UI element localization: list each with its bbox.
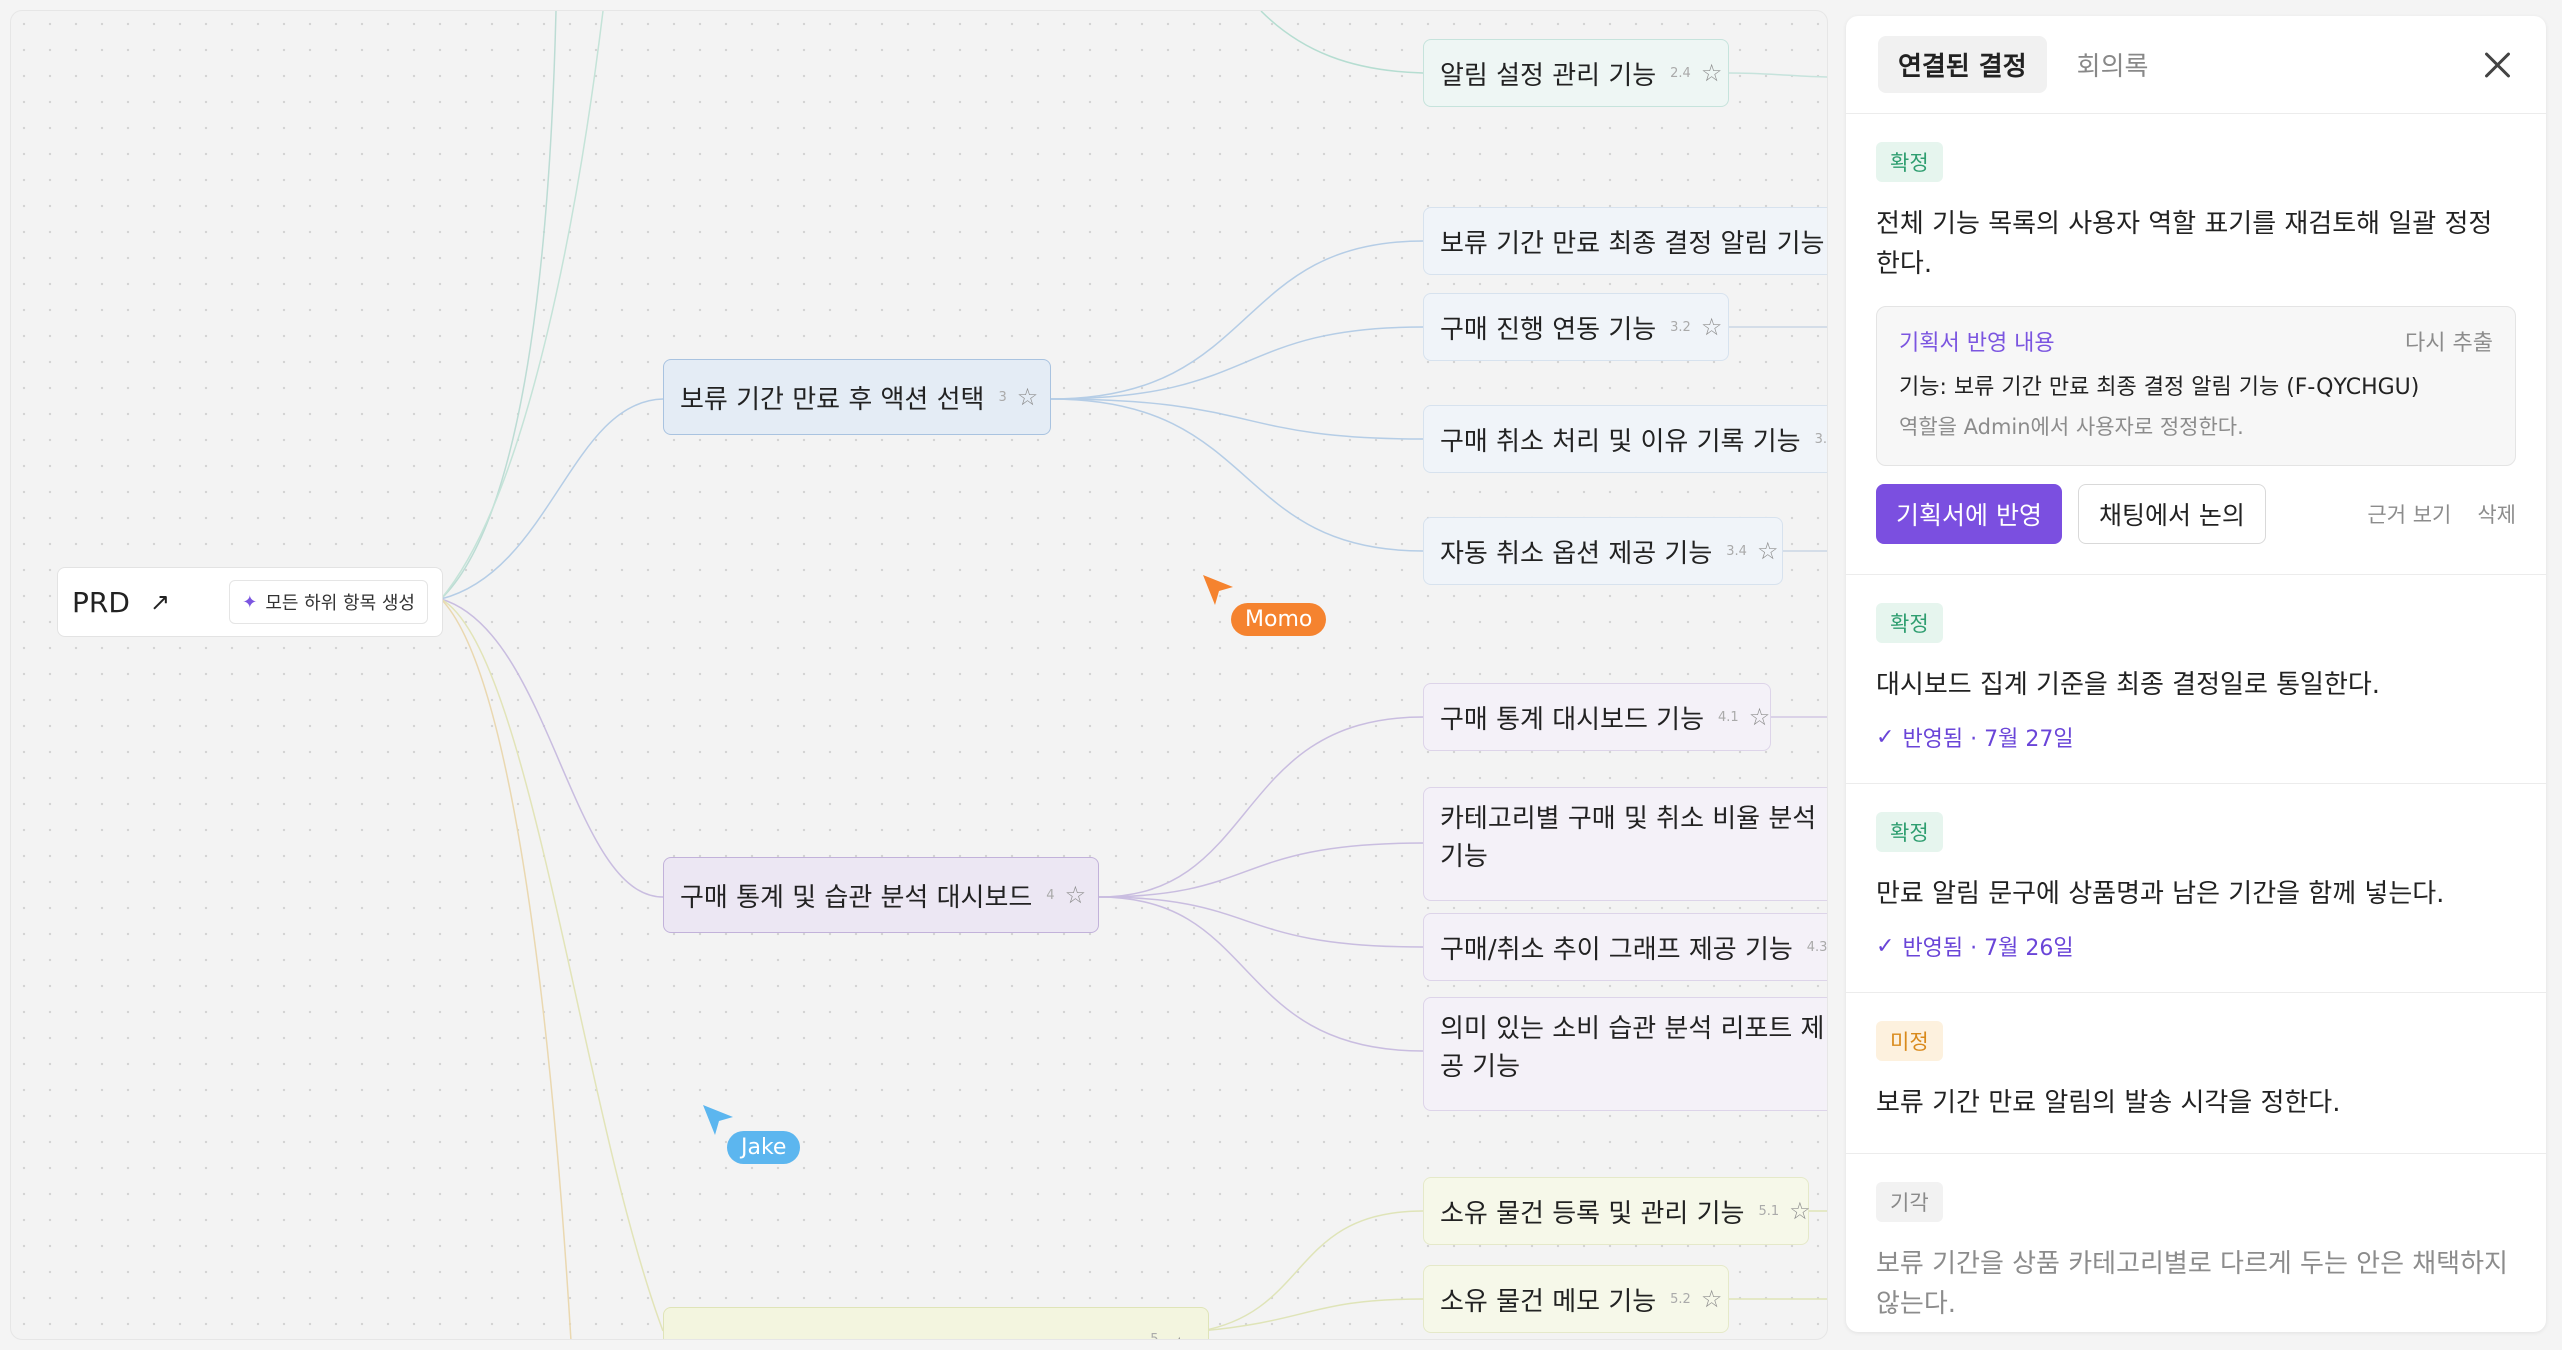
node-number: 4.1 <box>1718 709 1739 725</box>
node-label: 구매 통계 대시보드 기능 <box>1440 704 1704 735</box>
root-node-title: PRD ↗ <box>72 586 170 619</box>
status-badge: 확정 <box>1876 812 1943 852</box>
leaf-node-3-3[interactable]: 구매 취소 처리 및 이유 기록 기능 3.3 <box>1423 405 1827 473</box>
discuss-in-chat-button[interactable]: 채팅에서 논의 <box>2077 484 2266 544</box>
node-label: 알림 설정 관리 기능 <box>1440 60 1657 91</box>
re-extract-button[interactable]: 다시 추출 <box>2405 325 2493 357</box>
decision-text: 보류 기간을 상품 카테고리별로 다르게 두는 안은 채택하지 않는다. <box>1876 1249 2508 1319</box>
node-label: 보류 기간 만료 후 액션 선택 <box>680 384 985 415</box>
star-icon[interactable]: ☆ <box>1701 1285 1723 1313</box>
node-number: 5.1 <box>1758 1203 1780 1219</box>
node-label: 구매 통계 및 습관 분석 대시보드 <box>680 882 1033 913</box>
reflected-status: ✓ 반영됨 · 7월 26일 <box>1876 930 2516 962</box>
mindmap-canvas[interactable]: PRD ↗ ✦ 모든 하위 항목 생성 보류 기간 만료 후 액션 선택 3 ☆… <box>10 10 1828 1340</box>
reflected-label: 반영됨 · 7월 27일 <box>1902 727 2074 752</box>
star-icon[interactable]: ☆ <box>1169 1332 1191 1339</box>
decision-item: 미정 보류 기간 만료 알림의 발송 시각을 정한다. <box>1846 993 2546 1154</box>
node-number: 3.2 <box>1670 319 1691 335</box>
node-label: 의미 있는 소비 습관 분석 리포트 제공 기능 <box>1440 1014 1825 1082</box>
collaborator-cursor-momo: Momo <box>1201 573 1327 636</box>
decisions-panel: 연결된 결정 회의록 확정 전체 기능 목록의 사용자 역할 표기를 재검토해 … <box>1846 16 2546 1332</box>
plan-reflection-title: 기획서 반영 내용 <box>1899 331 2055 356</box>
decision-text: 만료 알림 문구에 상품명과 남은 기간을 함께 넣는다. <box>1876 879 2445 909</box>
leaf-node-3-1[interactable]: 보류 기간 만료 최종 결정 알림 기능 3 <box>1423 207 1827 275</box>
node-label: 소유 물건 메모 기능 <box>1440 1286 1657 1317</box>
node-label: 카테고리별 구매 및 취소 비율 분석 기능 <box>1440 804 1817 872</box>
delete-link[interactable]: 삭제 <box>2477 499 2516 529</box>
leaf-node-2-4[interactable]: 알림 설정 관리 기능 2.4 ☆ <box>1423 39 1729 107</box>
generate-all-children-label: 모든 하위 항목 생성 <box>265 593 415 614</box>
panel-header: 연결된 결정 회의록 <box>1846 16 2546 114</box>
leaf-node-5-2[interactable]: 소유 물건 메모 기능 5.2 ☆ <box>1423 1265 1729 1333</box>
group-node-3[interactable]: 보류 기간 만료 후 액션 선택 3 ☆ <box>663 359 1051 435</box>
leaf-node-4-1[interactable]: 구매 통계 대시보드 기능 4.1 ☆ <box>1423 683 1771 751</box>
plan-feature-line: 기능: 보류 기간 만료 최종 결정 알림 기능 (F-QYCHGU) <box>1899 375 2420 400</box>
cursor-name-tag: Jake <box>727 1131 801 1164</box>
close-icon[interactable] <box>2478 46 2516 84</box>
node-label: 구매 진행 연동 기능 <box>1440 314 1657 345</box>
node-number: 3.3 <box>1814 431 1827 447</box>
group-node-4[interactable]: 구매 통계 및 습관 분석 대시보드 4 ☆ <box>663 857 1099 933</box>
tab-linked-decisions[interactable]: 연결된 결정 <box>1878 36 2047 93</box>
root-node-prd[interactable]: PRD ↗ ✦ 모든 하위 항목 생성 <box>57 567 443 637</box>
node-number: 2.4 <box>1670 65 1691 81</box>
node-number: 5.2 <box>1670 1291 1691 1307</box>
root-label: PRD <box>72 585 130 619</box>
star-icon[interactable]: ☆ <box>1749 703 1771 731</box>
cursor-arrow-icon <box>703 1105 733 1135</box>
sparkle-icon: ✦ <box>242 591 258 613</box>
app-window: PRD ↗ ✦ 모든 하위 항목 생성 보류 기간 만료 후 액션 선택 3 ☆… <box>0 0 2562 1350</box>
leaf-node-5-1[interactable]: 소유 물건 등록 및 관리 기능 5.1 ☆ <box>1423 1177 1811 1245</box>
decision-text: 전체 기능 목록의 사용자 역할 표기를 재검토해 일괄 정정한다. <box>1876 209 2493 279</box>
leaf-node-3-4[interactable]: 자동 취소 옵션 제공 기능 3.4 ☆ <box>1423 517 1783 585</box>
star-icon[interactable]: ☆ <box>1701 313 1723 341</box>
node-label: 소유 물건 등록 및 관리 기능 <box>1440 1198 1745 1229</box>
node-label: 보류 기간 만료 최종 결정 알림 기능 <box>1440 228 1825 259</box>
node-label: 나의 소유 물건 관리 및 아비시비 커미어디 <box>680 1332 1136 1339</box>
node-number: 5 <box>1150 1332 1159 1340</box>
view-evidence-link[interactable]: 근거 보기 <box>2367 499 2451 529</box>
leaf-node-4-3[interactable]: 구매/취소 추이 그래프 제공 기능 4.3 <box>1423 913 1828 981</box>
decision-text: 보류 기간 만료 알림의 발송 시각을 정한다. <box>1876 1088 2341 1118</box>
decision-item: 확정 만료 알림 문구에 상품명과 남은 기간을 함께 넣는다. ✓ 반영됨 ·… <box>1846 784 2546 993</box>
apply-to-plan-button[interactable]: 기획서에 반영 <box>1876 484 2062 544</box>
generate-all-children-button[interactable]: ✦ 모든 하위 항목 생성 <box>229 580 428 624</box>
leaf-node-4-2[interactable]: 카테고리별 구매 및 취소 비율 분석 기능 <box>1423 787 1827 901</box>
status-badge: 미정 <box>1876 1021 1943 1061</box>
reflected-status: ✓ 반영됨 · 7월 27일 <box>1876 721 2516 753</box>
cursor-name-tag: Momo <box>1231 603 1327 636</box>
star-icon[interactable]: ☆ <box>1757 537 1779 565</box>
plan-change-line: 역할을 Admin에서 사용자로 정정한다. <box>1899 415 2244 439</box>
status-badge: 확정 <box>1876 142 1943 182</box>
cursor-arrow-icon <box>1203 575 1233 605</box>
star-icon[interactable]: ☆ <box>1701 59 1723 87</box>
decision-actions: 기획서에 반영 채팅에서 논의 근거 보기 삭제 <box>1876 484 2516 544</box>
node-label: 자동 취소 옵션 제공 기능 <box>1440 538 1713 569</box>
tab-meeting-notes[interactable]: 회의록 <box>2057 36 2169 93</box>
node-number: 4.3 <box>1806 939 1828 955</box>
star-icon[interactable]: ☆ <box>1017 383 1039 411</box>
node-label: 구매 취소 처리 및 이유 기록 기능 <box>1440 426 1801 457</box>
node-number: 3 <box>998 389 1007 405</box>
node-number: 4 <box>1046 887 1055 903</box>
check-icon: ✓ <box>1876 724 1895 750</box>
plan-reflection-box: 기획서 반영 내용 다시 추출 기능: 보류 기간 만료 최종 결정 알림 기능… <box>1876 306 2516 466</box>
check-icon: ✓ <box>1876 933 1895 959</box>
collaborator-cursor-jake: Jake <box>701 1103 801 1164</box>
node-number: 3.4 <box>1726 543 1747 559</box>
open-link-icon[interactable]: ↗ <box>150 588 170 616</box>
star-icon[interactable]: ☆ <box>1065 881 1087 909</box>
status-badge: 기각 <box>1876 1182 1943 1222</box>
decision-item: 기각 보류 기간을 상품 카테고리별로 다르게 두는 안은 채택하지 않는다. <box>1846 1154 2546 1332</box>
decision-item: 확정 대시보드 집계 기준을 최종 결정일로 통일한다. ✓ 반영됨 · 7월 … <box>1846 575 2546 784</box>
status-badge: 확정 <box>1876 603 1943 643</box>
decision-text: 대시보드 집계 기준을 최종 결정일로 통일한다. <box>1876 670 2381 700</box>
group-node-5[interactable]: 나의 소유 물건 관리 및 아비시비 커미어디 5 ☆ <box>663 1307 1209 1340</box>
reflected-label: 반영됨 · 7월 26일 <box>1902 936 2074 961</box>
star-icon[interactable]: ☆ <box>1789 1197 1811 1225</box>
leaf-node-4-4[interactable]: 의미 있는 소비 습관 분석 리포트 제공 기능 <box>1423 997 1827 1111</box>
leaf-node-3-2[interactable]: 구매 진행 연동 기능 3.2 ☆ <box>1423 293 1729 361</box>
decision-item: 확정 전체 기능 목록의 사용자 역할 표기를 재검토해 일괄 정정한다. 기획… <box>1846 114 2546 575</box>
node-label: 구매/취소 추이 그래프 제공 기능 <box>1440 934 1793 965</box>
